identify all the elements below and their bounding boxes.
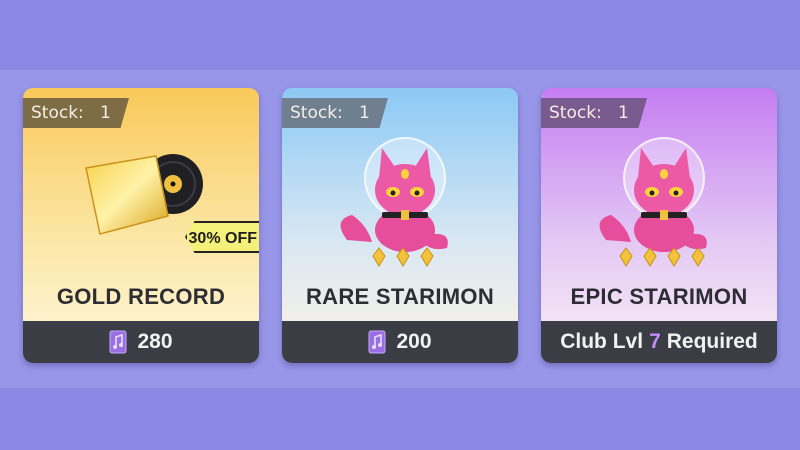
stock-label: Stock: 1: [541, 98, 647, 128]
discount-badge: 30% OFF: [185, 221, 259, 253]
shop-card-gold-record[interactable]: Stock: 1 30% OFF GOLD RECORD 280: [23, 88, 259, 363]
requirement-suffix: Required: [666, 330, 758, 353]
item-title: RARE STARIMON: [305, 284, 495, 309]
club-level-requirement: Club Lvl 7 Required: [541, 321, 777, 363]
item-title: EPIC STARIMON: [570, 284, 748, 309]
shop-card-epic-starimon[interactable]: Stock: 1 EPIC STARIMON Club Lvl 7 Requir…: [541, 88, 777, 363]
price-value: 280: [137, 330, 173, 353]
stock-label: Stock: 1: [282, 98, 388, 128]
pink-cat-starimon-icon: [599, 137, 707, 267]
requirement-prefix: Club Lvl: [560, 330, 644, 353]
price-button[interactable]: 280: [23, 321, 259, 363]
price-value: 200: [396, 330, 432, 353]
item-title: GOLD RECORD: [56, 284, 226, 309]
pink-cat-starimon-icon: [340, 137, 448, 267]
gold-record-icon: [85, 154, 203, 235]
requirement-level: 7: [649, 330, 661, 353]
price-button[interactable]: 200: [282, 321, 518, 363]
shop-card-rare-starimon[interactable]: Stock: 1 RARE STARIMON 200: [282, 88, 518, 363]
music-note-ticket-icon: [368, 330, 386, 354]
music-note-ticket-icon: [109, 330, 127, 354]
stock-label: Stock: 1: [23, 98, 129, 128]
